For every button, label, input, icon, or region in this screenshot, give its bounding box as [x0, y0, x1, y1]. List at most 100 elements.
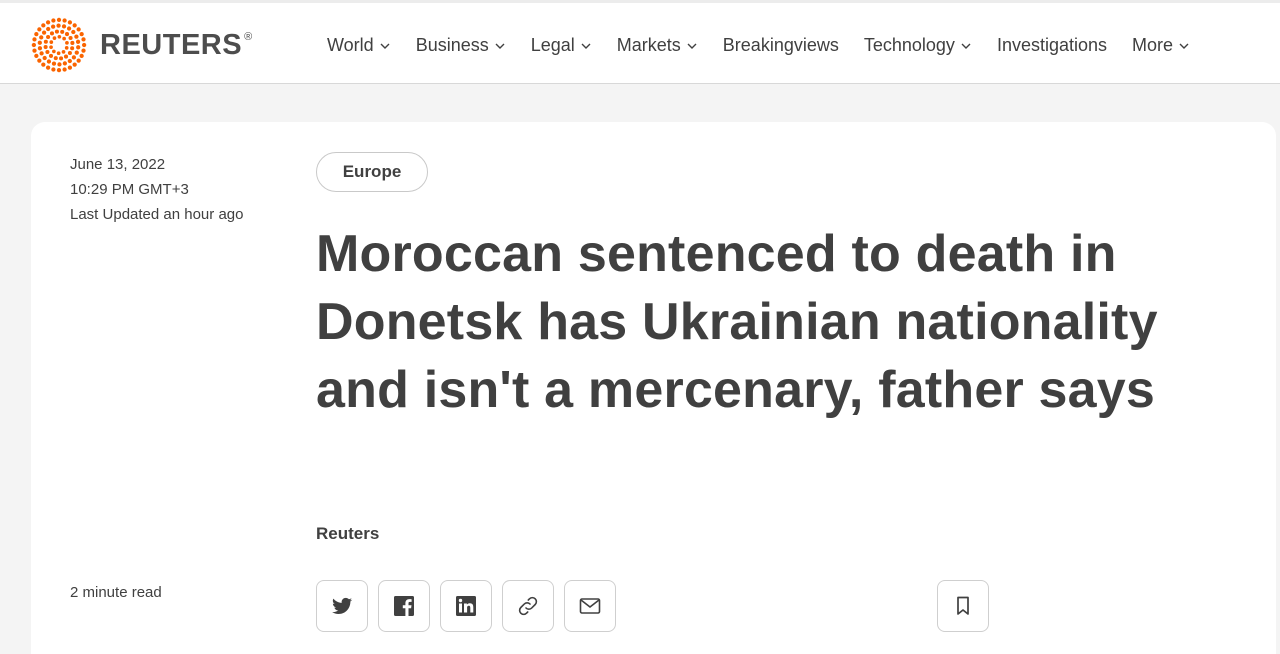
nav-item-markets[interactable]: Markets — [617, 35, 698, 56]
logo-dot — [67, 20, 73, 25]
logo-dot — [61, 24, 67, 29]
logo-dot — [49, 40, 54, 44]
logo-dot — [71, 29, 76, 35]
nav-item-investigations[interactable]: Investigations — [997, 35, 1107, 56]
logo-dot — [37, 46, 43, 51]
logo-dot — [41, 23, 46, 28]
logo-dot — [74, 34, 79, 39]
byline[interactable]: Reuters — [316, 524, 379, 544]
logo-dot — [42, 55, 47, 61]
logo-dot — [45, 49, 50, 55]
nav-item-breakingviews[interactable]: Breakingviews — [723, 35, 839, 56]
logo-dot — [79, 53, 84, 59]
share-facebook-button[interactable] — [378, 580, 430, 632]
logo-dot — [66, 26, 72, 31]
share-bar — [316, 580, 626, 632]
article-card: June 13, 2022 10:29 PM GMT+3 Last Update… — [31, 122, 1276, 654]
logo-dot — [41, 30, 47, 35]
logo-dot — [65, 40, 69, 45]
logo-dot — [62, 36, 66, 41]
logo-dot — [64, 46, 69, 50]
logo-dot — [67, 65, 73, 70]
logo-dot — [52, 36, 57, 40]
main-nav: World Business Legal Markets Breakingvie… — [327, 29, 1190, 61]
logo-dot — [56, 17, 62, 22]
logo-dot — [34, 53, 39, 59]
publish-date: June 13, 2022 — [70, 156, 166, 173]
logo-dot — [39, 35, 44, 40]
chevron-down-icon — [495, 43, 505, 49]
logo-dot — [46, 26, 51, 32]
bookmark-icon — [957, 596, 969, 615]
logo-dot — [61, 50, 66, 54]
logo-dot — [49, 31, 55, 36]
logo-dot — [46, 59, 52, 64]
logo-dot — [71, 55, 77, 60]
bookmark-button[interactable] — [937, 580, 989, 632]
logo-dot — [52, 49, 56, 54]
logo-dot — [59, 56, 64, 61]
logo-dot — [45, 65, 51, 70]
logo-dot — [51, 24, 56, 29]
logo-dot — [81, 37, 86, 42]
nav-item-legal[interactable]: Legal — [531, 35, 592, 56]
nav-item-business[interactable]: Business — [416, 35, 506, 56]
chevron-down-icon — [1179, 43, 1189, 49]
logo-dot — [43, 39, 48, 44]
logo-dot — [62, 18, 67, 23]
chevron-down-icon — [581, 43, 591, 49]
nav-item-world[interactable]: World — [327, 35, 391, 56]
logo-dot — [60, 29, 65, 34]
logo-dot — [32, 37, 37, 42]
read-time: 2 minute read — [70, 584, 162, 601]
share-linkedin-button[interactable] — [440, 580, 492, 632]
logo-dot — [57, 62, 62, 67]
logo-dot — [64, 32, 70, 37]
reuters-logo[interactable]: REUTERS ® — [30, 17, 253, 73]
chevron-down-icon — [380, 43, 390, 49]
logo-dot — [43, 45, 48, 50]
share-twitter-button[interactable] — [316, 580, 368, 632]
facebook-icon — [394, 596, 414, 616]
email-icon — [579, 598, 601, 614]
twitter-icon — [332, 597, 353, 614]
nav-item-more[interactable]: More — [1132, 35, 1190, 56]
logo-dot — [67, 50, 72, 56]
logo-dot — [76, 27, 81, 32]
logo-dot — [34, 31, 39, 37]
logo-dot — [72, 23, 77, 28]
logo-dot — [70, 46, 75, 51]
logo-dot — [57, 34, 62, 39]
reuters-logo-icon — [31, 17, 87, 73]
logo-dot — [51, 61, 57, 66]
logo-dot — [79, 31, 84, 37]
logo-dot — [81, 48, 86, 53]
logo-dot — [70, 40, 75, 45]
link-icon — [518, 596, 538, 616]
logo-dot — [67, 58, 72, 64]
logo-dot — [51, 67, 56, 72]
logo-dot — [37, 58, 42, 63]
logo-dot — [76, 58, 81, 63]
publish-time: 10:29 PM GMT+3 — [70, 181, 189, 198]
logo-dot — [46, 34, 51, 40]
logo-dot — [75, 39, 81, 44]
logo-dot — [68, 35, 73, 41]
article-meta: June 13, 2022 10:29 PM GMT+3 Last Update… — [70, 152, 243, 227]
logo-dot — [53, 56, 58, 61]
nav-item-technology[interactable]: Technology — [864, 35, 972, 56]
share-link-button[interactable] — [502, 580, 554, 632]
share-email-button[interactable] — [564, 580, 616, 632]
logo-dot — [72, 62, 77, 67]
logo-dot — [51, 18, 56, 23]
logo-dot — [63, 54, 69, 59]
logo-dot — [56, 23, 61, 28]
category-tag[interactable]: Europe — [316, 152, 428, 192]
linkedin-icon — [456, 596, 476, 616]
last-updated: Last Updated an hour ago — [70, 206, 244, 223]
brand-name: REUTERS ® — [100, 28, 253, 61]
chevron-down-icon — [961, 43, 971, 49]
logo-dot — [39, 51, 44, 56]
logo-dot — [74, 50, 79, 55]
chevron-down-icon — [687, 43, 697, 49]
